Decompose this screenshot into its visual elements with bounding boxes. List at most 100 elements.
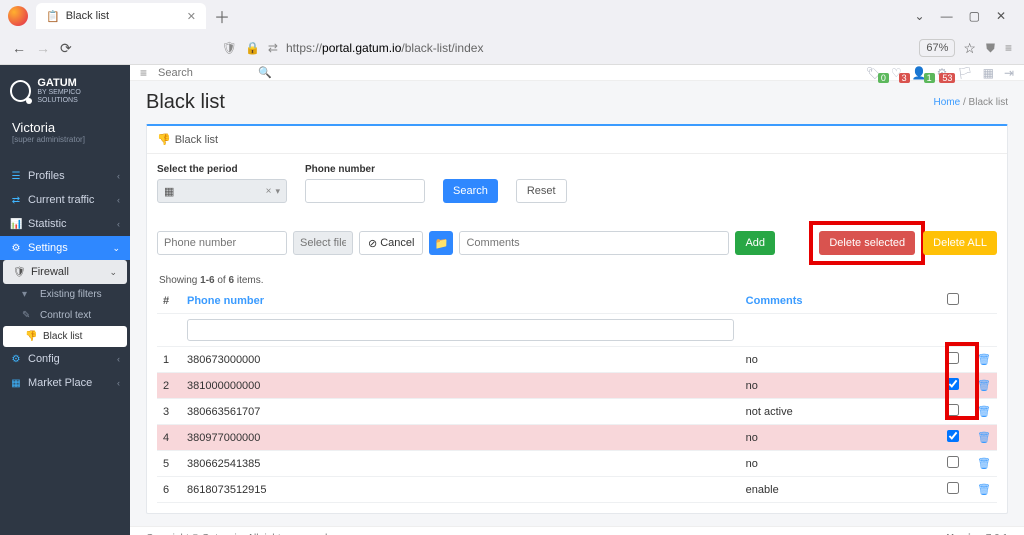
col-comments[interactable]: Comments bbox=[740, 288, 941, 314]
breadcrumb: Home / Black list bbox=[934, 97, 1008, 108]
cell-num: 5 bbox=[157, 451, 181, 477]
filter-icon: ▾ bbox=[22, 289, 34, 300]
trash-icon[interactable]: 🗑 bbox=[977, 406, 991, 418]
crumb-home[interactable]: Home bbox=[934, 97, 961, 108]
minimize-icon[interactable]: — bbox=[941, 9, 953, 23]
chevron-left-icon: ‹ bbox=[117, 171, 120, 181]
chevron-left-icon: ‹ bbox=[117, 195, 120, 205]
period-select[interactable]: ▦ × ▾ bbox=[157, 179, 287, 203]
sidebar-item-config[interactable]: ⚙Config‹ bbox=[0, 347, 130, 371]
delete-all-button[interactable]: Delete ALL bbox=[923, 231, 997, 255]
reset-button[interactable]: Reset bbox=[516, 179, 567, 203]
cell-phone: 380977000000 bbox=[181, 425, 740, 451]
phone-add-input[interactable] bbox=[157, 231, 287, 255]
phone-label: Phone number bbox=[305, 164, 425, 175]
grid-icon[interactable]: ▦ bbox=[983, 66, 994, 80]
sidebar-item-label: Market Place bbox=[28, 377, 92, 389]
hamburger-icon[interactable]: ≡ bbox=[140, 66, 147, 80]
cancel-label: Cancel bbox=[380, 237, 414, 249]
trash-icon[interactable]: 🗑 bbox=[977, 432, 991, 444]
row-checkbox[interactable] bbox=[947, 378, 959, 390]
tag-icon[interactable]: 🏷0 bbox=[866, 66, 881, 80]
cell-phone: 380673000000 bbox=[181, 347, 740, 373]
maximize-icon[interactable]: ▢ bbox=[969, 9, 980, 23]
phone-filter: Phone number bbox=[305, 164, 425, 203]
panel-body: Select the period ▦ × ▾ Phone number Sea… bbox=[147, 154, 1007, 513]
chevron-down-icon: ▾ bbox=[275, 186, 280, 197]
col-phone[interactable]: Phone number bbox=[181, 288, 740, 314]
brand-name: GATUM bbox=[37, 77, 120, 89]
traffic-icon: ⇄ bbox=[10, 195, 22, 206]
bookmark-icon[interactable]: ☆ bbox=[963, 40, 976, 57]
new-tab-button[interactable]: ＋ bbox=[214, 4, 230, 28]
sidebar-item-profiles[interactable]: ☰Profiles‹ bbox=[0, 164, 130, 188]
user-icon[interactable]: 👤1 bbox=[912, 66, 927, 80]
sidebar-sub-filters[interactable]: ▾Existing filters bbox=[0, 284, 130, 305]
row-checkbox[interactable] bbox=[947, 404, 959, 416]
sidebar-item-marketplace[interactable]: ▦Market Place‹ bbox=[0, 371, 130, 395]
url-zone[interactable]: 🛡 🔒 ⇄ https://portal.gatum.io/black-list… bbox=[222, 39, 976, 57]
lock-icon[interactable]: 🔒 bbox=[245, 41, 260, 55]
sidebar-sub-control-text[interactable]: ✎Control text bbox=[0, 305, 130, 326]
sidebar-item-label: Control text bbox=[40, 310, 91, 321]
folder-button[interactable]: 📁 bbox=[429, 231, 453, 255]
search-icon[interactable]: 🔍 bbox=[258, 66, 272, 79]
comments-input[interactable] bbox=[459, 231, 729, 255]
sidebar-item-firewall[interactable]: 🛡Firewall⌄ bbox=[3, 260, 127, 284]
pocket-icon[interactable]: ⛊ bbox=[986, 41, 995, 56]
file-input[interactable] bbox=[293, 231, 353, 255]
zoom-badge[interactable]: 67% bbox=[919, 39, 955, 57]
table-row: 3380663561707not active🗑 bbox=[157, 399, 997, 425]
trash-icon[interactable]: 🗑 bbox=[977, 484, 991, 496]
search-input[interactable] bbox=[158, 67, 258, 79]
sidebar-item-label: Firewall bbox=[31, 266, 69, 278]
badge: 53 bbox=[939, 73, 955, 83]
flag-icon[interactable]: 🏳 bbox=[957, 66, 972, 80]
row-checkbox[interactable] bbox=[947, 430, 959, 442]
gear-icon[interactable]: ⚙53 bbox=[937, 66, 948, 80]
chevron-down-icon: ⌄ bbox=[112, 243, 120, 254]
sidebar-item-label: Statistic bbox=[28, 218, 67, 230]
row-checkbox[interactable] bbox=[947, 352, 959, 364]
select-all-checkbox[interactable] bbox=[947, 293, 959, 305]
clear-icon[interactable]: × bbox=[266, 186, 272, 197]
grid-icon: ▦ bbox=[10, 378, 22, 389]
shield-icon[interactable]: 🛡 bbox=[222, 41, 237, 55]
topbar: ≡ 🔍 🏷0 ♡3 👤1 ⚙53 🏳 ▦ ⇥ bbox=[130, 65, 1024, 81]
trash-icon[interactable]: 🗑 bbox=[977, 458, 991, 470]
trash-icon[interactable]: 🗑 bbox=[977, 380, 991, 392]
close-window-icon[interactable]: ✕ bbox=[996, 9, 1006, 23]
sidebar-item-traffic[interactable]: ⇄Current traffic‹ bbox=[0, 188, 130, 212]
add-button[interactable]: Add bbox=[735, 231, 775, 255]
heart-icon[interactable]: ♡3 bbox=[891, 66, 902, 80]
page-header: Black list Home / Black list bbox=[130, 81, 1024, 124]
sidebar-item-label: Profiles bbox=[28, 170, 65, 182]
sidebar-item-statistic[interactable]: 📊Statistic‹ bbox=[0, 212, 130, 236]
forward-button[interactable]: → bbox=[36, 40, 50, 56]
phone-filter-input[interactable] bbox=[187, 319, 734, 341]
phone-input[interactable] bbox=[305, 179, 425, 203]
footer: Copyright © Gatum.io. All rights reserve… bbox=[130, 526, 1024, 535]
table-row: 68618073512915enable🗑 bbox=[157, 477, 997, 503]
back-button[interactable]: ← bbox=[12, 40, 26, 56]
main: ≡ 🔍 🏷0 ♡3 👤1 ⚙53 🏳 ▦ ⇥ Black list Home /… bbox=[130, 65, 1024, 535]
reload-button[interactable]: ⟳ bbox=[60, 40, 72, 57]
search-button[interactable]: Search bbox=[443, 179, 498, 203]
right-actions: Delete selected Delete ALL bbox=[809, 221, 997, 265]
chevron-down-icon[interactable]: ⌄ bbox=[915, 9, 925, 23]
sidebar: GATUM BY SEMPICO SOLUTIONS Victoria [sup… bbox=[0, 65, 130, 535]
sidebar-item-settings[interactable]: ⚙Settings⌄ bbox=[0, 236, 130, 260]
trash-icon[interactable]: 🗑 bbox=[977, 354, 991, 366]
delete-selected-button[interactable]: Delete selected bbox=[819, 231, 915, 255]
row-checkbox[interactable] bbox=[947, 482, 959, 494]
menu-icon[interactable]: ≡ bbox=[1005, 41, 1012, 55]
row-checkbox[interactable] bbox=[947, 456, 959, 468]
logout-icon[interactable]: ⇥ bbox=[1004, 66, 1014, 80]
browser-tab[interactable]: 📋 Black list ✕ bbox=[36, 3, 206, 29]
cell-comment: no bbox=[740, 425, 941, 451]
chevron-down-icon: ⌄ bbox=[109, 267, 117, 278]
switch-icon[interactable]: ⇄ bbox=[268, 41, 278, 55]
cancel-button[interactable]: ⊘Cancel bbox=[359, 231, 423, 255]
sidebar-sub-black-list[interactable]: 👎Black list bbox=[3, 326, 127, 347]
close-icon[interactable]: ✕ bbox=[187, 10, 196, 23]
